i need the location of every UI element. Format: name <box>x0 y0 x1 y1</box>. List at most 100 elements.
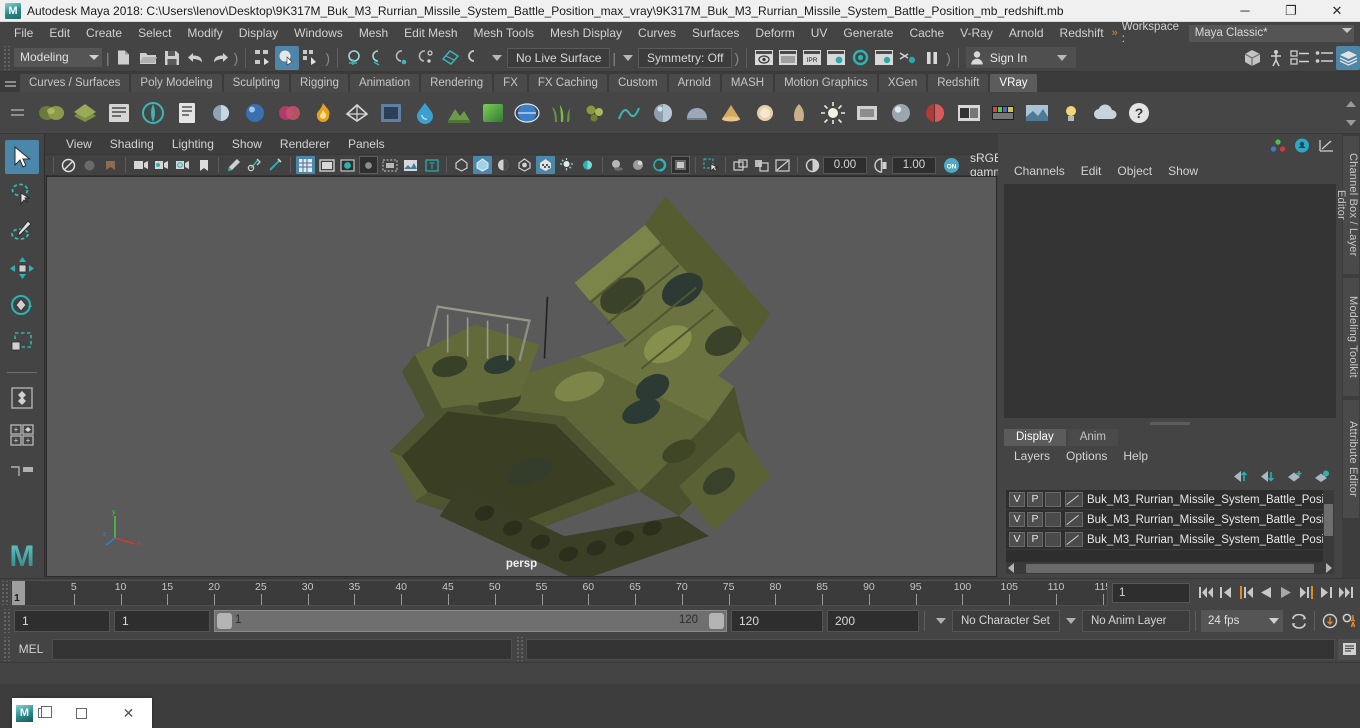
current-frame-field[interactable]: 1 <box>1112 582 1190 603</box>
graph-editor-toggle-icon[interactable] <box>1318 138 1334 156</box>
render-settings-icon[interactable] <box>824 46 848 70</box>
light-sphere-icon[interactable] <box>578 156 597 174</box>
paint-select-tool-icon[interactable] <box>5 214 39 248</box>
play-backwards-icon[interactable] <box>1256 582 1276 604</box>
layer-visibility-toggle[interactable]: V <box>1009 512 1025 527</box>
menu-arnold[interactable]: Arnold <box>1001 22 1052 44</box>
ipr-render-icon[interactable]: IPR <box>800 46 824 70</box>
shelf-tab-rendering[interactable]: Rendering <box>421 74 493 92</box>
time-slider-gripper[interactable] <box>0 580 8 605</box>
layer-playback-toggle[interactable]: P <box>1027 492 1043 507</box>
scale-tool-icon[interactable] <box>5 325 39 359</box>
step-back-frame-icon[interactable] <box>1216 582 1236 604</box>
playback-speed-dropdown[interactable]: 24 fps <box>1201 610 1283 632</box>
character-set-chevron-icon[interactable] <box>936 618 946 624</box>
layer-menu-help[interactable]: Help <box>1115 446 1156 466</box>
command-splitter-gripper[interactable] <box>515 637 523 661</box>
vray-help-icon[interactable]: ? <box>1123 96 1155 130</box>
motion-blur-icon[interactable] <box>671 156 690 174</box>
undo-icon[interactable] <box>184 46 208 70</box>
menu-curves[interactable]: Curves <box>630 22 684 44</box>
human-ik-icon[interactable] <box>1264 46 1288 70</box>
anim-layer-field[interactable]: No Anim Layer <box>1082 610 1190 632</box>
range-end-knob[interactable] <box>709 613 724 629</box>
checker-texture-icon[interactable] <box>536 156 555 174</box>
vray-cone-light-icon[interactable] <box>715 96 747 130</box>
scroll-right-icon[interactable] <box>1326 563 1332 573</box>
viewport-menu-panels[interactable]: Panels <box>339 134 394 154</box>
animation-start-time-field[interactable]: 1 <box>14 610 110 632</box>
two-panes-icon[interactable] <box>752 156 771 174</box>
channel-menu-channels[interactable]: Channels <box>1006 160 1073 182</box>
isolate-select-icon[interactable] <box>701 156 720 174</box>
layer-visibility-toggle[interactable]: V <box>1009 532 1025 547</box>
vray-mesh-light-icon[interactable] <box>341 96 373 130</box>
layer-list[interactable]: V P Buk_M3_Rurrian_Missile_System_Battle… <box>1006 490 1334 562</box>
vray-grass-icon[interactable] <box>545 96 577 130</box>
vray-blend-icon[interactable] <box>273 96 305 130</box>
vray-water-icon[interactable] <box>409 96 441 130</box>
vray-sphere-light-icon[interactable] <box>885 96 917 130</box>
panel-resize-handle[interactable] <box>998 418 1342 428</box>
vray-fur-icon[interactable] <box>137 96 169 130</box>
vray-light-dome-icon[interactable] <box>205 96 237 130</box>
redo-icon[interactable] <box>208 46 232 70</box>
channel-box-icon[interactable] <box>1312 46 1336 70</box>
command-output-field[interactable] <box>526 638 1335 660</box>
shadows-icon[interactable] <box>608 156 627 174</box>
shelf-tab-fx[interactable]: FX <box>494 74 527 92</box>
textured-mode-icon[interactable] <box>359 156 378 174</box>
layer-list-horizontal-scrollbar[interactable] <box>1006 562 1334 574</box>
bookmark-icon[interactable] <box>194 156 213 174</box>
vray-fire-icon[interactable] <box>307 96 339 130</box>
channel-box-toggle-icon[interactable] <box>1270 138 1286 156</box>
new-scene-icon[interactable] <box>112 46 136 70</box>
gamma-value-field[interactable]: 1.00 <box>892 156 936 174</box>
rail-tab-attribute-editor[interactable]: Attribute Editor <box>1343 400 1359 518</box>
menu-windows[interactable]: Windows <box>286 22 351 44</box>
menu-mesh-display[interactable]: Mesh Display <box>542 22 630 44</box>
move-layer-up-icon[interactable] <box>1232 470 1249 486</box>
shelf-tab-fx-caching[interactable]: FX Caching <box>528 74 607 92</box>
vray-clipper-icon[interactable] <box>103 96 135 130</box>
shelf-tab-sculpting[interactable]: Sculpting <box>223 74 289 92</box>
layer-menu-layers[interactable]: Layers <box>1006 446 1058 466</box>
shelf-tab-animation[interactable]: Animation <box>349 74 420 92</box>
shelf-tab-mash[interactable]: MASH <box>721 74 774 92</box>
wireframe-on-shaded-icon[interactable] <box>380 156 399 174</box>
menu-create[interactable]: Create <box>78 22 130 44</box>
color-management-on-icon[interactable]: ON <box>942 156 961 174</box>
pane-layout-icon[interactable] <box>5 455 39 489</box>
chevron-down-icon[interactable] <box>1346 119 1356 126</box>
menu-select[interactable]: Select <box>130 22 179 44</box>
tab-display-layers[interactable]: Display <box>1004 429 1066 446</box>
playback-start-time-field[interactable]: 1 <box>114 610 210 632</box>
new-layer-icon[interactable] <box>1286 470 1303 486</box>
vray-texture-icon[interactable] <box>987 96 1019 130</box>
select-by-hierarchy-icon[interactable] <box>251 46 275 70</box>
menu-overflow-icon[interactable]: » <box>1112 27 1118 39</box>
bookmark-camera-icon[interactable] <box>101 156 120 174</box>
snap-to-point-icon[interactable] <box>391 46 415 70</box>
step-back-key-icon[interactable] <box>1236 582 1256 604</box>
shelf-tab-vray[interactable]: VRay <box>990 74 1037 92</box>
viewport-menu-shading[interactable]: Shading <box>101 134 163 154</box>
layer-color-swatch[interactable] <box>1065 512 1083 527</box>
vray-ies-light-icon[interactable] <box>783 96 815 130</box>
channel-box-attribute-list[interactable] <box>1004 184 1336 418</box>
layer-row[interactable]: V P Buk_M3_Rurrian_Missile_System_Battle… <box>1006 530 1334 550</box>
single-perspective-icon[interactable] <box>731 156 750 174</box>
menu-edit[interactable]: Edit <box>41 22 78 44</box>
layer-playback-toggle[interactable]: P <box>1027 532 1043 547</box>
play-forwards-icon[interactable] <box>1276 582 1296 604</box>
quad-layout-icon[interactable] <box>5 381 39 415</box>
chevron-down-icon[interactable] <box>1056 54 1067 61</box>
viewport-3d-canvas[interactable]: y x z persp <box>46 176 997 577</box>
anti-alias-icon[interactable] <box>650 156 669 174</box>
chevron-up-icon[interactable] <box>1346 100 1356 107</box>
attribute-editor-toggle-icon[interactable] <box>1294 138 1310 156</box>
render-view-icon[interactable] <box>872 46 896 70</box>
channel-menu-show[interactable]: Show <box>1160 160 1206 182</box>
vray-particles-icon[interactable] <box>579 96 611 130</box>
scroll-left-icon[interactable] <box>1008 563 1014 573</box>
